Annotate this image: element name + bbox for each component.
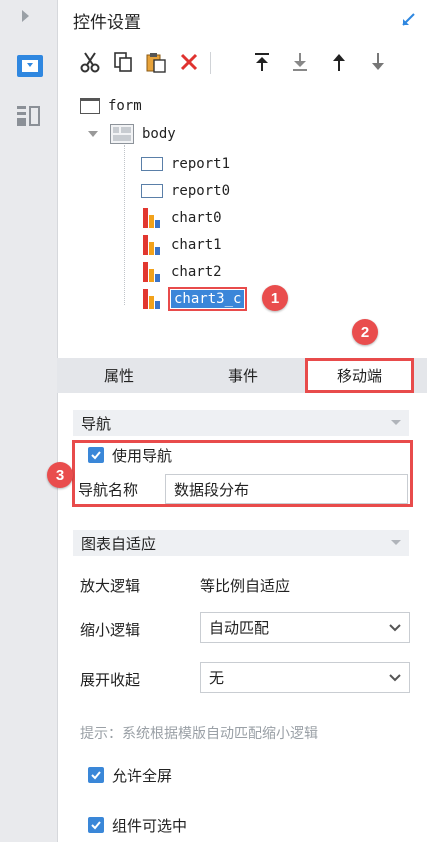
body-icon (110, 124, 134, 144)
tab-events[interactable]: 事件 (181, 358, 305, 393)
report-icon (141, 184, 163, 198)
expand-label: 展开收起 (80, 671, 141, 689)
tree-item-label: form (108, 98, 142, 114)
tree-item-label: body (142, 126, 176, 142)
tree-item-body[interactable]: body (110, 122, 176, 146)
tab-attributes[interactable]: 属性 (57, 358, 181, 393)
tree-item-label: report1 (171, 156, 231, 172)
delete-icon[interactable] (175, 48, 203, 76)
fullscreen-checkbox[interactable] (88, 767, 104, 783)
zoom-out-label: 缩小逻辑 (80, 621, 141, 639)
move-top-icon[interactable] (248, 48, 276, 76)
chevron-down-icon (391, 420, 401, 425)
selectable-label: 组件可选中 (112, 817, 188, 835)
chart-icon (143, 289, 163, 309)
nav-name-value: 数据段分布 (174, 480, 250, 499)
paste-icon[interactable] (142, 48, 170, 76)
zoom-out-value: 自动匹配 (209, 619, 270, 637)
annotation-badge-3: 3 (47, 462, 73, 488)
chart-icon (143, 208, 163, 228)
section-title: 导航 (81, 414, 112, 433)
zoom-out-select[interactable]: 自动匹配 (200, 612, 410, 643)
tree-item-label: chart1 (171, 237, 222, 253)
section-title: 图表自适应 (81, 534, 157, 553)
copy-icon[interactable] (109, 48, 137, 76)
tree-collapse-icon[interactable] (88, 131, 98, 137)
chevron-down-icon (381, 663, 409, 692)
zoom-in-label: 放大逻辑 (80, 577, 141, 595)
nav-name-input[interactable]: 数据段分布 (165, 474, 408, 504)
tree-item-label: chart2 (171, 264, 222, 280)
expand-select[interactable]: 无 (200, 662, 410, 693)
tree-item-chart2[interactable]: chart2 (143, 260, 222, 284)
move-bottom-icon[interactable] (286, 48, 314, 76)
move-down-icon[interactable] (364, 48, 392, 76)
expand-value: 无 (209, 669, 225, 687)
fullscreen-label: 允许全屏 (112, 767, 173, 785)
toolbar (76, 48, 396, 78)
tree-item-chart0[interactable]: chart0 (143, 206, 222, 230)
chart-icon (143, 262, 163, 282)
tree-item-label: report0 (171, 183, 231, 199)
use-nav-checkbox[interactable] (88, 447, 104, 463)
report-icon (141, 157, 163, 171)
collapse-arrow-icon[interactable] (22, 10, 29, 22)
toolbar-divider (210, 52, 211, 74)
tree-item-chart1[interactable]: chart1 (143, 233, 222, 257)
tree-item-label: chart0 (171, 210, 222, 226)
hint-text: 提示：系统根据模版自动匹配缩小逻辑 (80, 726, 318, 742)
move-up-icon[interactable] (325, 48, 353, 76)
chevron-down-icon (391, 540, 401, 545)
tree-item-report1[interactable]: report1 (141, 152, 230, 176)
chevron-down-icon (381, 613, 409, 642)
adapt-section-header[interactable]: 图表自适应 (73, 530, 409, 556)
tree-item-chart3[interactable]: chart3_c (143, 287, 248, 311)
form-icon (80, 98, 100, 114)
widget-settings-icon[interactable] (17, 55, 43, 77)
nav-name-label: 导航名称 (78, 481, 139, 499)
chart-icon (143, 235, 163, 255)
selectable-checkbox[interactable] (88, 817, 104, 833)
zoom-in-value: 等比例自适应 (200, 577, 291, 595)
tree-guide (124, 145, 126, 305)
tab-mobile[interactable]: 移动端 (305, 358, 414, 393)
annotation-badge-1: 1 (262, 285, 288, 311)
panel-title: 控件设置 (73, 13, 141, 33)
cut-icon[interactable] (76, 48, 104, 76)
nav-section-header[interactable]: 导航 (73, 410, 409, 436)
annotation-badge-2: 2 (352, 319, 378, 345)
selected-tree-item-label: chart3_c (167, 287, 248, 311)
expand-arrow-icon[interactable] (400, 10, 418, 28)
left-rail (0, 0, 58, 842)
property-tabs: 属性 事件 移动端 (57, 358, 427, 393)
tree-item-form[interactable]: form (80, 94, 142, 118)
tree-item-report0[interactable]: report0 (141, 179, 230, 203)
use-nav-label: 使用导航 (112, 447, 173, 465)
component-layout-icon[interactable] (17, 106, 41, 126)
